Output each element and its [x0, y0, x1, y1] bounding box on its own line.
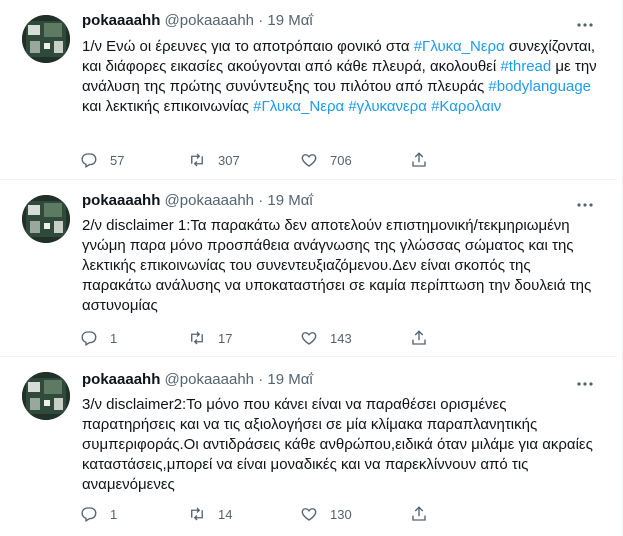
reply-count: 1: [110, 330, 118, 346]
more-options-icon[interactable]: [575, 374, 595, 394]
avatar[interactable]: [22, 372, 70, 420]
tweet-actions: 1 14 130: [72, 503, 512, 525]
retweet-count: 17: [218, 330, 233, 346]
like-count: 130: [330, 506, 352, 522]
share-button[interactable]: [410, 327, 440, 349]
tweet-actions: 57 307 706: [72, 149, 512, 171]
separator-dot: ·: [258, 192, 264, 209]
reply-icon: [81, 331, 97, 346]
hashtag-link[interactable]: #γλυκανερα: [348, 98, 427, 115]
tweet-text-segment: 2/ν disclaimer 1:Τα παρακάτω δεν αποτελο…: [82, 217, 592, 314]
display-name[interactable]: pokaaaahh: [82, 192, 160, 209]
tweet-header: pokaaaahh @pokaaaahh · 19 Μαΐ: [82, 370, 313, 390]
share-icon: [412, 152, 426, 167]
tweet-date[interactable]: 19 Μαΐ: [267, 192, 312, 209]
reply-button[interactable]: 1: [80, 327, 117, 349]
tweet-text: 1/ν Ενώ οι έρευνες για το αποτρόπαιο φον…: [82, 37, 602, 117]
retweet-button[interactable]: 17: [188, 327, 232, 349]
tweet[interactable]: pokaaaahh @pokaaaahh · 19 Μαΐ 1/ν Ενώ οι…: [0, 0, 617, 180]
heart-icon: [301, 332, 317, 345]
hashtag-link[interactable]: #thread: [500, 58, 551, 75]
like-button[interactable]: 130: [300, 503, 352, 525]
tweet-text: 3/ν disclaimer2:Το μόνο που κάνει είναι …: [82, 395, 602, 495]
reply-icon: [81, 507, 97, 522]
like-button[interactable]: 706: [300, 149, 352, 171]
display-name[interactable]: pokaaaahh: [82, 12, 160, 29]
tweet-actions: 1 17 143: [72, 327, 512, 349]
avatar[interactable]: [22, 15, 70, 63]
separator-dot: ·: [258, 12, 264, 29]
avatar[interactable]: [22, 195, 70, 243]
retweet-button[interactable]: 307: [188, 149, 240, 171]
reply-count: 57: [110, 152, 125, 168]
share-icon: [412, 506, 426, 521]
tweet-thread: pokaaaahh @pokaaaahh · 19 Μαΐ 1/ν Ενώ οι…: [0, 0, 623, 536]
separator-dot: ·: [258, 371, 264, 388]
like-count: 706: [330, 152, 352, 168]
user-handle[interactable]: @pokaaaahh: [165, 12, 254, 29]
share-button[interactable]: [410, 503, 440, 525]
tweet-text: 2/ν disclaimer 1:Τα παρακάτω δεν αποτελο…: [82, 216, 602, 316]
retweet-icon: [191, 507, 203, 521]
retweet-icon: [191, 153, 203, 167]
tweet-header: pokaaaahh @pokaaaahh · 19 Μαΐ: [82, 191, 313, 211]
retweet-button[interactable]: 14: [188, 503, 232, 525]
retweet-icon: [191, 331, 203, 345]
reply-button[interactable]: 57: [80, 149, 124, 171]
reply-button[interactable]: 1: [80, 503, 117, 525]
tweet[interactable]: pokaaaahh @pokaaaahh · 19 Μαΐ 3/ν discla…: [0, 357, 617, 536]
tweet[interactable]: pokaaaahh @pokaaaahh · 19 Μαΐ 2/ν discla…: [0, 180, 617, 357]
reply-count: 1: [110, 506, 118, 522]
tweet-text-segment: και λεκτικής επικοινωνίας: [82, 98, 254, 115]
display-name[interactable]: pokaaaahh: [82, 371, 160, 388]
reply-icon: [81, 153, 97, 168]
retweet-count: 14: [218, 506, 233, 522]
heart-icon: [301, 508, 317, 521]
user-handle[interactable]: @pokaaaahh: [165, 371, 254, 388]
share-icon: [412, 330, 426, 345]
user-handle[interactable]: @pokaaaahh: [165, 192, 254, 209]
hashtag-link[interactable]: #bodylanguage: [488, 78, 591, 95]
hashtag-link[interactable]: #Γλυκα_Νερα: [414, 38, 505, 55]
like-count: 143: [330, 330, 352, 346]
hashtag-link[interactable]: #Γλυκα_Νερα: [253, 98, 344, 115]
tweet-date[interactable]: 19 Μαΐ: [267, 12, 312, 29]
tweet-date[interactable]: 19 Μαΐ: [267, 371, 312, 388]
tweet-text-segment: 1/ν Ενώ οι έρευνες για το αποτρόπαιο φον…: [82, 38, 414, 55]
tweet-header: pokaaaahh @pokaaaahh · 19 Μαΐ: [82, 11, 313, 31]
heart-icon: [301, 154, 317, 167]
more-options-icon[interactable]: [575, 15, 595, 35]
hashtag-link[interactable]: #Καρολαιν: [431, 98, 501, 115]
tweet-text-segment: 3/ν disclaimer2:Το μόνο που κάνει είναι …: [82, 396, 593, 493]
more-options-icon[interactable]: [575, 195, 595, 215]
share-button[interactable]: [410, 149, 440, 171]
retweet-count: 307: [218, 152, 240, 168]
like-button[interactable]: 143: [300, 327, 352, 349]
